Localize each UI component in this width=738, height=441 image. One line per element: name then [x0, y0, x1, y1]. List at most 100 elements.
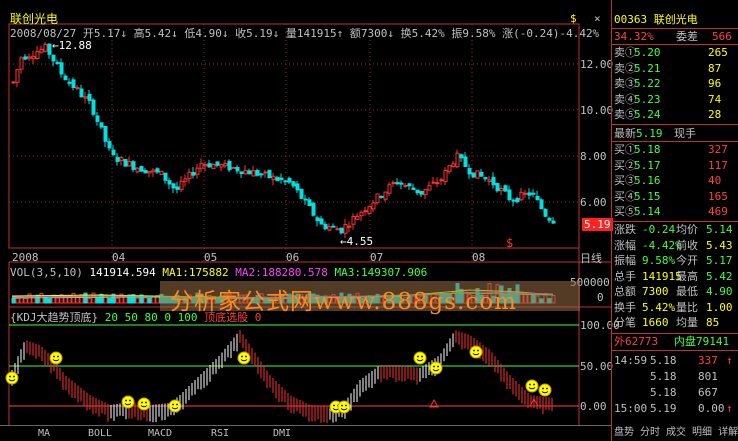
tab-boll[interactable]: BOLL [80, 426, 120, 441]
sell-row: 卖⑤ 5.24 28 [612, 108, 738, 122]
buy-row: 买⑤ 5.14 469 [612, 205, 738, 219]
sell-vol: 265 [708, 46, 728, 59]
kdj-axis-label: 50.00 [580, 360, 614, 373]
tick-vol: 337 [698, 354, 718, 367]
signal-dollar-icon: $ [506, 236, 514, 250]
tick-row: 15:00 5.19 0.00 ↑ [612, 402, 738, 416]
tick-vol: 0.00 [698, 402, 725, 415]
sell-row: 卖③ 5.22 96 [612, 77, 738, 91]
time-axis-label: 08 [472, 251, 486, 264]
info-item: 换5.42% [393, 27, 445, 40]
time-axis-label: 04 [112, 251, 126, 264]
stat-value: -0.24 [642, 223, 676, 236]
tab-ma[interactable]: MA [24, 426, 64, 441]
tick-price: 5.18 [650, 386, 677, 399]
tick-vol: 801 [698, 370, 718, 383]
diff-value: 566 [712, 30, 732, 43]
sell-label: 卖④ [614, 92, 636, 106]
tab-macd[interactable]: MACD [140, 426, 180, 441]
stat-row: 振幅 9.58% 今开 5.17 [612, 254, 738, 268]
buy-vol: 40 [708, 174, 722, 187]
stat-label: 振幅 [614, 254, 636, 267]
info-item: 额7300↓ [343, 27, 394, 40]
sell-vol: 28 [708, 108, 722, 121]
smiley-icon [237, 351, 251, 365]
time-axis-label: 2008 [12, 251, 39, 264]
info-item: 量141915↑ [279, 27, 344, 40]
price-axis-label: 12.00 [580, 58, 614, 71]
sell-price: 5.24 [634, 108, 661, 121]
latest-row: 最新 5.19 现手 [612, 127, 738, 141]
price-axis-label: 6.00 [580, 196, 607, 209]
sell-vol: 74 [708, 92, 722, 106]
price-axis-label: 8.00 [580, 150, 607, 163]
latest-value: 5.19 [636, 127, 663, 140]
tick-vol: 667 [698, 386, 718, 399]
stat-value: 5.43 [706, 238, 733, 252]
ratio-value: 34.32% [614, 30, 654, 43]
sell-label: 卖③ [614, 77, 636, 90]
buy-label: 买④ [614, 189, 636, 203]
period-label[interactable]: 日线 [580, 252, 602, 265]
vol-axis-label: 0 [597, 291, 604, 304]
buy-row: 买② 5.17 117 [612, 159, 738, 173]
smiley-icon [337, 400, 351, 414]
tick-time: 14:59 [614, 354, 648, 367]
time-axis-label: 06 [286, 251, 300, 264]
info-item: 低4.90↓ [177, 27, 229, 40]
tick-price: 5.18 [650, 354, 677, 367]
dollar-icon[interactable]: $ [570, 12, 577, 25]
buy-row: 买① 5.18 327 [612, 143, 738, 157]
smiley-icons [5, 345, 552, 414]
sell-label: 卖① [614, 46, 636, 59]
stat-value: 5.17 [706, 254, 733, 267]
buy-vol: 117 [708, 158, 728, 172]
window-close-icon[interactable]: × [594, 12, 601, 25]
panel-divider [612, 350, 738, 351]
stat-value: 5.42% [642, 300, 676, 314]
sell-price: 5.21 [634, 61, 661, 75]
panel-divider [612, 333, 738, 334]
panel-footer-tabs[interactable]: 盘势 分时 成交 明细 详解 [614, 426, 738, 440]
stat-label: 总手 [614, 269, 636, 283]
chart-canvas[interactable] [0, 0, 611, 426]
panel-title: 00363 联创光电 [614, 13, 698, 26]
stat-row: 换手 5.42% 量比 1.00 [612, 301, 738, 315]
tab-dmi[interactable]: DMI [262, 426, 302, 441]
tab-rsi[interactable]: RSI [200, 426, 240, 441]
candlesticks [11, 41, 556, 239]
sell-price: 5.22 [634, 77, 661, 90]
current-price-tag: 5.19 [582, 218, 613, 231]
buy-vol: 327 [708, 143, 728, 156]
sell-label: 卖② [614, 61, 636, 75]
panel-divider [612, 44, 738, 45]
stat-row: 总手 141915 最高 5.42 [612, 270, 738, 284]
stat-row: 分笔 1660 均量 85 [612, 316, 738, 330]
kdj-bars [11, 330, 553, 424]
info-item: 振9.58% [444, 27, 496, 40]
sell-vol: 87 [708, 61, 722, 75]
stat-label: 前收 [676, 238, 698, 252]
stat-label: 换手 [614, 300, 636, 314]
stat-label: 量比 [676, 300, 698, 314]
smiley-icon [5, 371, 19, 385]
sell-price: 5.20 [634, 46, 661, 59]
stat-label: 涨跌 [614, 223, 636, 236]
info-item: 高5.42↓ [126, 27, 178, 40]
stat-label: 分笔 [614, 316, 636, 329]
stat-row: 涨幅 -4.42% 前收 5.43 [612, 239, 738, 253]
latest-label: 最新 [614, 127, 636, 140]
tick-time: 15:00 [614, 402, 648, 415]
smiley-icon [429, 361, 443, 375]
sell-row: 卖① 5.20 265 [612, 46, 738, 60]
stat-value: 5.14 [706, 223, 733, 236]
tick-row: 5.18 801 [612, 370, 738, 384]
buy-vol: 469 [708, 205, 728, 218]
high-annotation: ←12.88 [52, 39, 92, 52]
stat-label: 涨幅 [614, 238, 636, 252]
stock-chart-window: 联创光电 $ × 2008/08/27 开5.17↓ 高5.42↓ 低4.90↓… [0, 0, 738, 441]
buy-price: 5.16 [634, 174, 661, 187]
sell-row: 卖④ 5.23 74 [612, 93, 738, 107]
buy-price: 5.17 [634, 158, 661, 172]
time-axis-label: 07 [370, 251, 384, 264]
